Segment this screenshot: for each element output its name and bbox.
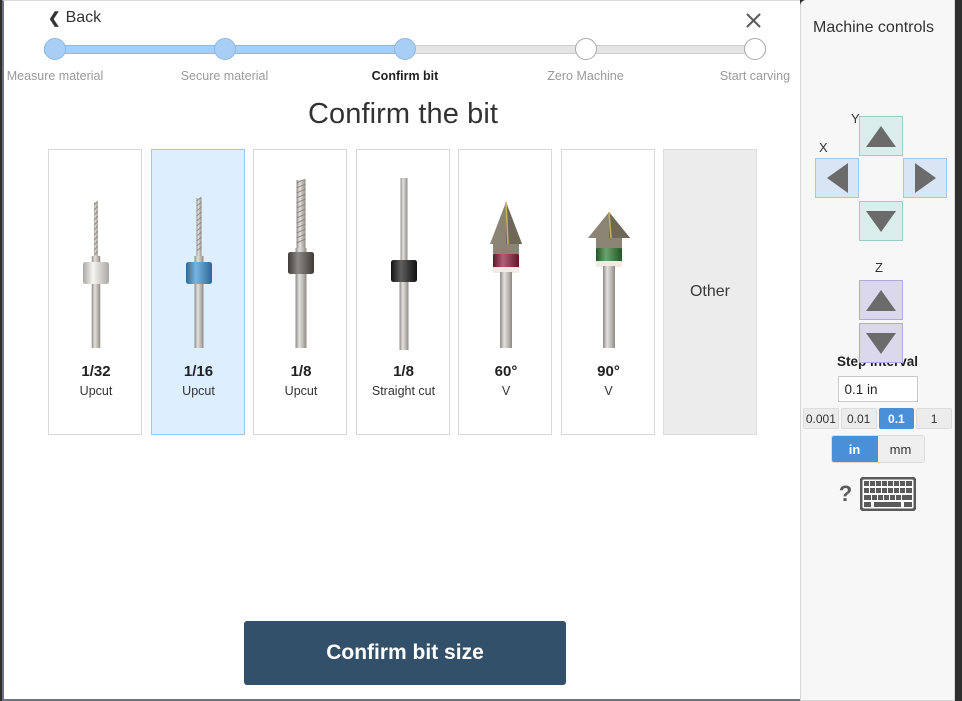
stepper-step-label: Start carving xyxy=(695,69,815,83)
arrow-right-icon xyxy=(915,163,936,193)
bit-type-label: Upcut xyxy=(152,384,246,398)
other-label: Other xyxy=(690,283,730,301)
unit-button-in[interactable]: in xyxy=(832,436,878,462)
bit-image xyxy=(152,172,246,367)
back-button-label: Back xyxy=(66,9,102,27)
main-panel: ❮ Back Measure materialSecure materialCo… xyxy=(2,0,800,701)
bit-card-1[interactable]: 1/32 Upcut xyxy=(48,149,142,435)
question-mark-icon[interactable]: ? xyxy=(839,481,852,507)
bit-type-label: Straight cut xyxy=(357,384,451,398)
arrow-down-icon xyxy=(866,333,896,354)
bit-card-3[interactable]: 1/8 Upcut xyxy=(253,149,347,435)
axis-label-z: Z xyxy=(875,260,883,275)
bit-size-label: 60° xyxy=(459,363,553,380)
bit-card-6[interactable]: 90° V xyxy=(561,149,655,435)
app-window: ❮ Back Measure materialSecure materialCo… xyxy=(0,0,962,701)
bit-card-4[interactable]: 1/8 Straight cut xyxy=(356,149,450,435)
bit-image xyxy=(49,172,143,367)
stepper-step-label: Secure material xyxy=(165,69,285,83)
close-icon xyxy=(746,13,761,28)
machine-controls-panel: Machine controls Y X Z xyxy=(800,0,955,701)
bit-card-2[interactable]: 1/16 Upcut xyxy=(151,149,245,435)
bit-size-label: 1/32 xyxy=(49,363,143,380)
stepper-step-1[interactable]: Measure material xyxy=(0,37,115,83)
step-preset-0.01[interactable]: 0.01 xyxy=(841,408,877,429)
machine-controls-title: Machine controls xyxy=(813,19,954,37)
jog-z-minus-button[interactable] xyxy=(859,323,903,363)
bit-card-5[interactable]: 60° V xyxy=(458,149,552,435)
close-button[interactable] xyxy=(742,9,764,31)
back-button[interactable]: ❮ Back xyxy=(44,7,105,29)
stepper-dot xyxy=(744,38,766,60)
step-preset-group: 0.0010.010.11 xyxy=(801,408,954,429)
jog-z-plus-button[interactable] xyxy=(859,280,903,320)
unit-button-mm[interactable]: mm xyxy=(878,436,924,462)
arrow-up-icon xyxy=(866,290,896,311)
xy-jog-pad: Y X xyxy=(801,81,956,216)
keyboard-icon[interactable] xyxy=(860,477,916,511)
stepper-step-5[interactable]: Start carving xyxy=(695,37,815,83)
stepper-step-label: Zero Machine xyxy=(526,69,646,83)
bit-type-label: V xyxy=(459,384,553,398)
bit-size-label: 1/8 xyxy=(254,363,348,380)
arrow-up-icon xyxy=(866,126,896,147)
jog-x-plus-button[interactable] xyxy=(903,158,947,198)
bit-type-label: Upcut xyxy=(49,384,143,398)
bit-size-label: 1/8 xyxy=(357,363,451,380)
jog-x-minus-button[interactable] xyxy=(815,158,859,198)
progress-stepper: Measure materialSecure materialConfirm b… xyxy=(44,37,766,83)
stepper-dot xyxy=(44,38,66,60)
step-preset-0.1[interactable]: 0.1 xyxy=(879,408,915,429)
bit-type-label: Upcut xyxy=(254,384,348,398)
bit-size-label: 1/16 xyxy=(152,363,246,380)
bit-card-list: 1/32 Upcut 1/16 Upcut 1/8 Upcut 1/8 Straight cu… xyxy=(48,149,757,435)
axis-label-x: X xyxy=(819,140,828,155)
bit-type-label: V xyxy=(562,384,656,398)
z-jog-pad: Z xyxy=(801,226,956,341)
stepper-dot xyxy=(214,38,236,60)
bit-card-other[interactable]: Other xyxy=(663,149,757,435)
chevron-left-icon: ❮ xyxy=(48,11,61,26)
step-preset-0.001[interactable]: 0.001 xyxy=(803,408,839,429)
stepper-dot xyxy=(394,38,416,60)
help-row: ? xyxy=(801,477,954,511)
stepper-dot xyxy=(575,38,597,60)
stepper-step-3[interactable]: Confirm bit xyxy=(345,37,465,83)
unit-toggle-group: inmm xyxy=(831,435,925,463)
jog-y-plus-button[interactable] xyxy=(859,116,903,156)
stepper-step-label: Confirm bit xyxy=(345,69,465,83)
stepper-step-label: Measure material xyxy=(0,69,115,83)
confirm-bit-size-button[interactable]: Confirm bit size xyxy=(244,621,566,685)
bit-image xyxy=(357,172,451,367)
bit-image xyxy=(562,172,656,367)
arrow-left-icon xyxy=(827,163,848,193)
step-preset-1[interactable]: 1 xyxy=(916,408,952,429)
bit-image xyxy=(254,172,348,367)
stepper-step-2[interactable]: Secure material xyxy=(165,37,285,83)
bit-size-label: 90° xyxy=(562,363,656,380)
step-interval-input[interactable] xyxy=(838,376,918,402)
bit-image xyxy=(459,172,553,367)
page-title: Confirm the bit xyxy=(4,98,802,131)
stepper-step-4[interactable]: Zero Machine xyxy=(526,37,646,83)
